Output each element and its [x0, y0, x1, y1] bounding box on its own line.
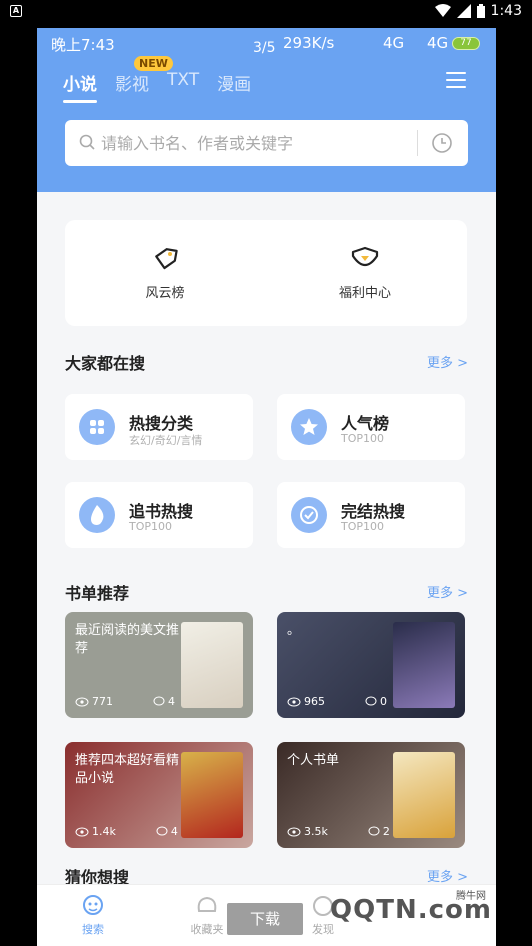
- view-count: 1.4k: [75, 825, 116, 838]
- comment-icon: [153, 696, 165, 706]
- nav-search[interactable]: 搜索: [63, 893, 123, 937]
- header: 晚上7:43 3/5 293K/s 4G 4G 77 NEW 小说 影视 TXT…: [37, 28, 496, 192]
- eye-icon: [287, 697, 301, 706]
- rank-item-welfare[interactable]: 福利中心: [305, 244, 425, 301]
- booklist-title: 最近阅读的美文推荐: [75, 623, 180, 656]
- more-link-booklist[interactable]: 更多 >: [427, 582, 468, 601]
- rank-label-fengyun: 风云榜: [145, 286, 185, 301]
- more-link-popular[interactable]: 更多 >: [427, 352, 468, 371]
- system-status-bar: A 1:43: [0, 0, 532, 24]
- comment-count: 0: [365, 695, 387, 708]
- app-notification-icon: A: [10, 5, 22, 17]
- bottom-nav: 搜索 收藏夹 发现 下载 腾牛网 QQTN.com: [37, 884, 496, 946]
- hot-card-title: 热搜分类: [129, 414, 194, 433]
- hot-card-category[interactable]: 热搜分类 玄幻/奇幻/言情: [65, 394, 253, 460]
- tab-video[interactable]: 影视: [115, 70, 149, 95]
- rank-card: 风云榜 福利中心: [65, 220, 467, 326]
- new-badge: NEW: [134, 56, 173, 71]
- grid-icon: [79, 409, 115, 445]
- main-content: 风云榜 福利中心 大家都在搜 更多 > 热搜分类 玄幻/奇幻/言情 人气榜 TO…: [37, 192, 496, 887]
- signal-icon: [456, 4, 471, 18]
- app-status-bar: 晚上7:43 3/5 293K/s 4G 4G 77: [37, 28, 496, 58]
- status-network-1: 4G: [383, 34, 405, 52]
- comment-icon: [365, 696, 377, 706]
- category-tabs: 小说 影视 TXT 漫画: [63, 70, 251, 103]
- booklist-card[interactable]: 个人书单 3.5k 2: [277, 742, 465, 848]
- search-input[interactable]: [101, 130, 411, 156]
- eye-icon: [287, 827, 301, 836]
- rank-label-welfare: 福利中心: [338, 286, 391, 301]
- system-status-right: 1:43: [434, 3, 522, 19]
- book-cover: [393, 752, 455, 838]
- eye-icon: [75, 827, 89, 836]
- rank-item-fengyun[interactable]: 风云榜: [105, 244, 225, 301]
- download-button[interactable]: 下载: [227, 903, 303, 935]
- booklist-title: 个人书单: [287, 753, 340, 768]
- comment-count: 2: [368, 825, 390, 838]
- battery-icon: [476, 4, 485, 18]
- hot-card-sub: 玄幻/奇幻/言情: [129, 434, 203, 447]
- search-nav-icon: [83, 895, 103, 915]
- tab-comic[interactable]: 漫画: [217, 70, 251, 95]
- hot-card-sub: TOP100: [341, 520, 385, 533]
- menu-icon[interactable]: [446, 72, 466, 88]
- book-cover: [181, 622, 243, 708]
- status-page: 3/5: [253, 40, 276, 56]
- hot-card-title: 完结热搜: [341, 502, 406, 521]
- booklist-card[interactable]: 。 965 0: [277, 612, 465, 718]
- hot-card-title: 人气榜: [341, 414, 390, 433]
- search-divider: [417, 130, 418, 156]
- favorites-icon: [197, 896, 217, 912]
- view-count: 965: [287, 695, 325, 708]
- booklist-card[interactable]: 推荐四本超好看精品小说 1.4k 4: [65, 742, 253, 848]
- nav-label: 搜索: [82, 923, 104, 936]
- history-clock-icon[interactable]: [431, 132, 453, 154]
- wifi-icon: [434, 4, 451, 17]
- comment-icon: [156, 826, 168, 836]
- hot-card-finished[interactable]: 完结热搜 TOP100: [277, 482, 465, 548]
- status-network-2: 4G: [427, 34, 449, 52]
- section-title-booklist: 书单推荐: [65, 584, 130, 603]
- booklist-card[interactable]: 最近阅读的美文推荐 771 4: [65, 612, 253, 718]
- check-icon: [291, 497, 327, 533]
- tag-icon: [155, 248, 178, 270]
- system-time: 1:43: [490, 3, 522, 19]
- app-screen: 晚上7:43 3/5 293K/s 4G 4G 77 NEW 小说 影视 TXT…: [37, 28, 496, 946]
- view-count: 3.5k: [287, 825, 328, 838]
- tab-novel[interactable]: 小说: [63, 70, 97, 103]
- book-cover: [393, 622, 455, 708]
- hot-card-follow[interactable]: 追书热搜 TOP100: [65, 482, 253, 548]
- search-bar[interactable]: [65, 120, 468, 166]
- search-icon: [79, 134, 95, 150]
- status-speed: 293K/s: [283, 34, 335, 52]
- more-link-guess[interactable]: 更多 >: [427, 866, 468, 885]
- eye-icon: [75, 697, 89, 706]
- section-title-popular: 大家都在搜: [65, 354, 146, 373]
- hot-card-popularity[interactable]: 人气榜 TOP100: [277, 394, 465, 460]
- gift-icon: [351, 246, 379, 267]
- book-cover: [181, 752, 243, 838]
- hot-card-title: 追书热搜: [129, 502, 194, 521]
- watermark: QQTN.com: [330, 895, 492, 925]
- view-count: 771: [75, 695, 113, 708]
- booklist-title: 推荐四本超好看精品小说: [75, 753, 180, 786]
- hot-card-sub: TOP100: [341, 432, 385, 445]
- comment-count: 4: [156, 825, 178, 838]
- comment-icon: [368, 826, 380, 836]
- star-icon: [291, 409, 327, 445]
- comment-count: 4: [153, 695, 175, 708]
- status-battery: 77: [452, 37, 480, 50]
- booklist-title: 。: [287, 623, 301, 638]
- nav-label: 收藏夹: [190, 923, 224, 936]
- hot-card-sub: TOP100: [129, 520, 173, 533]
- flame-icon: [79, 497, 115, 533]
- tab-txt[interactable]: TXT: [167, 70, 199, 95]
- status-time: 晚上7:43: [51, 36, 115, 54]
